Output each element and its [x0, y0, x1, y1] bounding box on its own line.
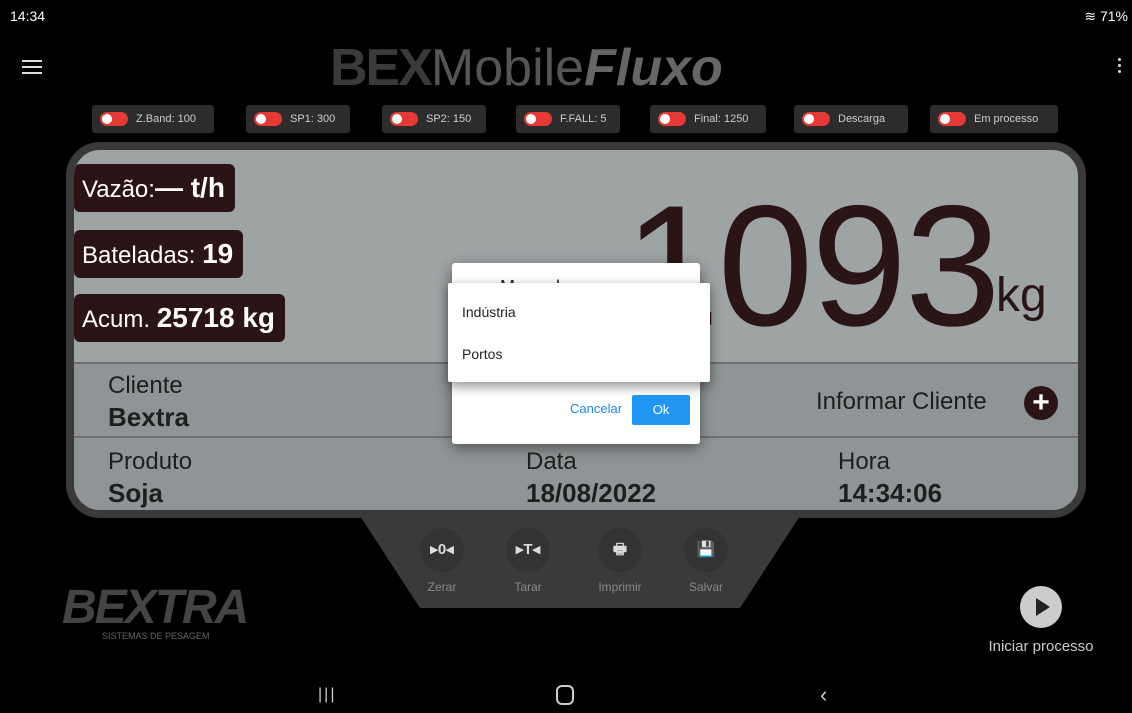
toggle-switch-icon	[390, 112, 418, 126]
start-process-button[interactable]: Iniciar processo	[986, 586, 1096, 655]
stat-acumulado: Acum. 25718 kg	[74, 294, 286, 342]
zero-icon: ▸0◂	[420, 528, 464, 572]
toggle-switch-icon	[802, 112, 830, 126]
more-options-icon[interactable]	[1118, 58, 1122, 76]
toggle-sp2[interactable]: SP2: 150	[382, 105, 486, 133]
toggle-descarga[interactable]: Descarga	[794, 105, 908, 133]
product-value: Soja	[108, 478, 163, 508]
date-value: 18/08/2022	[526, 478, 657, 508]
logo-bex: BEX	[330, 39, 433, 97]
date-label: Data	[526, 448, 577, 475]
nav-home-icon[interactable]	[556, 685, 574, 705]
market-dropdown: Indústria Portos	[448, 283, 710, 382]
logo-mobile: Mobile	[430, 39, 585, 97]
product-label: Produto	[108, 448, 193, 475]
toggle-final[interactable]: Final: 1250	[650, 105, 766, 133]
logo-fluxo: Fluxo	[584, 39, 723, 97]
toggle-switch-icon	[100, 112, 128, 126]
toggle-sp1[interactable]: SP1: 300	[246, 105, 350, 133]
status-time: 14:34	[10, 8, 46, 24]
add-client-icon[interactable]: +	[1024, 386, 1058, 420]
time-label: Hora	[838, 448, 891, 475]
ok-button[interactable]: Ok	[632, 395, 690, 425]
client-label: Cliente	[108, 372, 183, 399]
printer-icon: 🖶	[598, 528, 642, 572]
tare-icon: ▸T◂	[506, 528, 550, 572]
nav-back-icon[interactable]: ‹	[820, 682, 827, 708]
tare-button[interactable]: ▸T◂ Tarar	[498, 528, 558, 594]
nav-recents-icon[interactable]: |||	[318, 686, 336, 704]
wifi-icon: ≋	[1084, 8, 1100, 24]
time-value: 14:34:06	[838, 478, 943, 508]
save-button[interactable]: 💾 Salvar	[676, 528, 736, 594]
status-battery: ≋ 71%	[1084, 8, 1128, 24]
toggle-switch-icon	[254, 112, 282, 126]
option-industria[interactable]: Indústria	[462, 304, 516, 320]
toggle-ffall[interactable]: F.FALL: 5	[516, 105, 620, 133]
toggle-switch-icon	[658, 112, 686, 126]
weight-unit: kg	[996, 269, 1047, 322]
client-value: Bextra	[108, 402, 189, 432]
cancel-button[interactable]: Cancelar	[570, 401, 622, 416]
menu-icon[interactable]	[22, 60, 42, 78]
save-icon: 💾	[684, 528, 728, 572]
toggle-switch-icon	[938, 112, 966, 126]
app-logo: BEXMobileFluxo	[330, 38, 723, 98]
inform-client-link[interactable]: Informar Cliente	[816, 388, 987, 416]
toggle-em-processo[interactable]: Em processo	[930, 105, 1058, 133]
toggle-switch-icon	[524, 112, 552, 126]
status-bar: 14:34 ≋ 71%	[0, 0, 1132, 30]
play-icon	[1020, 586, 1062, 628]
zero-button[interactable]: ▸0◂ Zerar	[412, 528, 472, 594]
toggle-zband[interactable]: Z.Band: 100	[92, 105, 214, 133]
option-portos[interactable]: Portos	[462, 346, 502, 362]
stat-vazao: Vazão:— t/h	[74, 164, 235, 212]
brand-name: BEXTRA	[62, 581, 249, 634]
print-button[interactable]: 🖶 Imprimir	[590, 528, 650, 594]
stat-bateladas: Bateladas: 19	[74, 230, 244, 278]
brand-logo: BEXTRA SISTEMAS DE PESAGEM	[62, 580, 249, 641]
